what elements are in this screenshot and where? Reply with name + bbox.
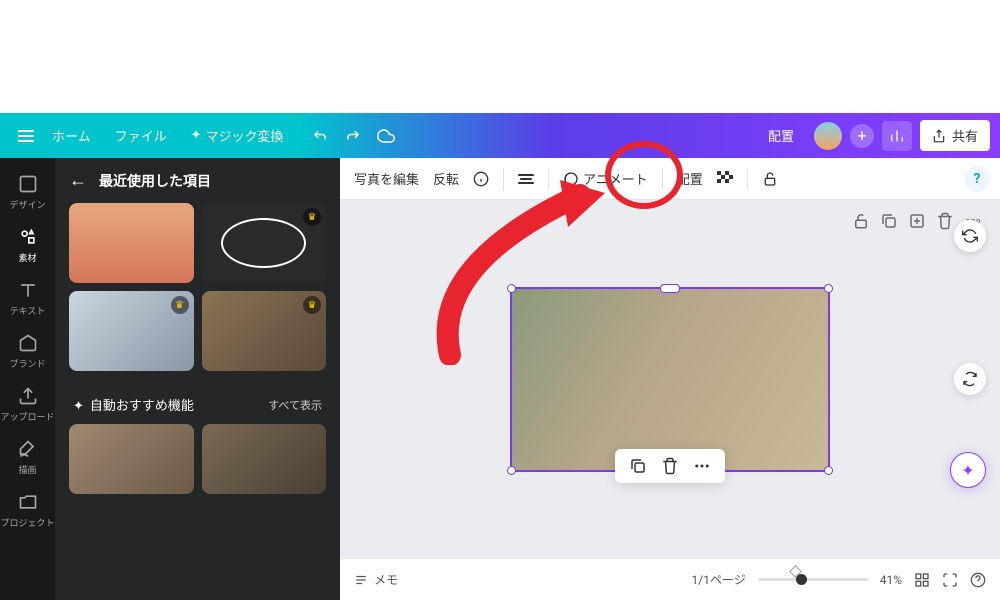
file-button[interactable]: ファイル	[103, 126, 179, 145]
zoom-value: 41%	[880, 573, 902, 587]
duplicate-icon[interactable]	[629, 457, 647, 475]
redo-icon[interactable]	[344, 127, 362, 145]
rail-upload[interactable]: アップロード	[0, 378, 55, 431]
user-avatar[interactable]	[814, 122, 842, 150]
assets-sidebar: ← 最近使用した項目 ♛ ♛ ♛ ✦自動おすすめ機能 すべて表示 ‹	[55, 158, 340, 600]
fullscreen-icon[interactable]	[942, 572, 958, 588]
crown-icon: ♛	[303, 208, 321, 226]
transparency-icon[interactable]	[717, 171, 733, 187]
rail-elements[interactable]: 素材	[0, 219, 55, 272]
ellipse-shape-icon	[221, 218, 306, 268]
duplicate-page-icon[interactable]	[880, 212, 898, 230]
resize-handle-bl[interactable]	[507, 466, 516, 475]
sidebar-title: 最近使用した項目	[99, 171, 211, 191]
magic-convert-button[interactable]: ✦マジック変換	[179, 126, 296, 145]
rail-draw[interactable]: 描画	[0, 431, 55, 484]
sparkle-icon: ✦	[191, 128, 202, 143]
delete-page-icon[interactable]	[936, 212, 954, 230]
cloud-sync-icon[interactable]	[377, 127, 395, 145]
recent-thumb-2[interactable]: ♛	[69, 291, 194, 371]
recent-thumb-3[interactable]: ♛	[202, 291, 327, 371]
refresh-button[interactable]	[954, 220, 986, 252]
resize-handle-br[interactable]	[824, 466, 833, 475]
unlock-page-icon[interactable]	[852, 212, 870, 230]
arrange-top-button[interactable]: 配置	[756, 126, 806, 145]
resize-handle-tl[interactable]	[507, 284, 516, 293]
top-menu-bar: ホーム ファイル ✦マジック変換 配置 + 共有	[0, 113, 1000, 158]
info-icon[interactable]	[473, 171, 489, 187]
rotate-button[interactable]	[954, 363, 986, 395]
selected-image[interactable]	[510, 287, 830, 472]
home-button[interactable]: ホーム	[40, 126, 103, 145]
resize-handle-tr[interactable]	[824, 284, 833, 293]
ai-assist-button[interactable]: ✦	[950, 452, 986, 488]
undo-icon[interactable]	[311, 127, 329, 145]
rail-design[interactable]: デザイン	[0, 166, 55, 219]
add-member-button[interactable]: +	[850, 124, 874, 148]
rail-projects[interactable]: プロジェクト	[0, 484, 55, 537]
edit-photo-button[interactable]: 写真を編集	[354, 169, 419, 188]
show-all-link[interactable]: すべて表示	[268, 397, 322, 413]
rail-brand[interactable]: ブランド	[0, 325, 55, 378]
help-icon[interactable]: ?	[964, 166, 990, 192]
sparkle-icon: ✦	[73, 399, 84, 414]
flip-button[interactable]: 反転	[433, 169, 459, 188]
resize-handle-mt[interactable]	[660, 284, 680, 293]
recent-thumb-ellipse[interactable]: ♛	[202, 203, 327, 283]
rec-thumb-2[interactable]	[202, 424, 327, 494]
more-icon[interactable]	[693, 457, 711, 475]
add-page-icon[interactable]	[908, 212, 926, 230]
grid-view-icon[interactable]	[914, 572, 930, 588]
notes-button[interactable]: メモ	[354, 571, 398, 588]
crown-icon: ♛	[303, 296, 321, 314]
zoom-slider[interactable]	[758, 578, 868, 581]
help-footer-icon[interactable]	[970, 572, 986, 588]
share-button[interactable]: 共有	[920, 120, 990, 151]
page-indicator: 1/1ページ	[692, 571, 746, 588]
crown-icon: ♛	[171, 296, 189, 314]
back-arrow-icon[interactable]: ←	[69, 170, 87, 191]
recent-thumb-1[interactable]	[69, 203, 194, 283]
alignment-icon[interactable]	[518, 174, 534, 184]
trash-icon[interactable]	[661, 457, 679, 475]
floating-toolbar	[615, 449, 725, 483]
canvas-area: 写真を編集 反転 アニメート 配置 ?	[340, 158, 1000, 600]
auto-rec-label: 自動おすすめ機能	[90, 399, 194, 414]
rail-text[interactable]: テキスト	[0, 272, 55, 325]
hamburger-icon[interactable]	[10, 122, 40, 150]
left-rail: デザイン 素材 テキスト ブランド アップロード 描画 プロジェクト	[0, 158, 55, 600]
animate-button[interactable]: アニメート	[563, 169, 648, 188]
position-button[interactable]: 配置	[677, 169, 703, 188]
bottom-bar: メモ 1/1ページ 41%	[340, 558, 1000, 600]
canvas-toolbar: 写真を編集 反転 アニメート 配置 ?	[340, 158, 1000, 200]
lock-icon[interactable]	[762, 171, 778, 187]
analytics-icon[interactable]	[882, 121, 912, 151]
rec-thumb-1[interactable]	[69, 424, 194, 494]
